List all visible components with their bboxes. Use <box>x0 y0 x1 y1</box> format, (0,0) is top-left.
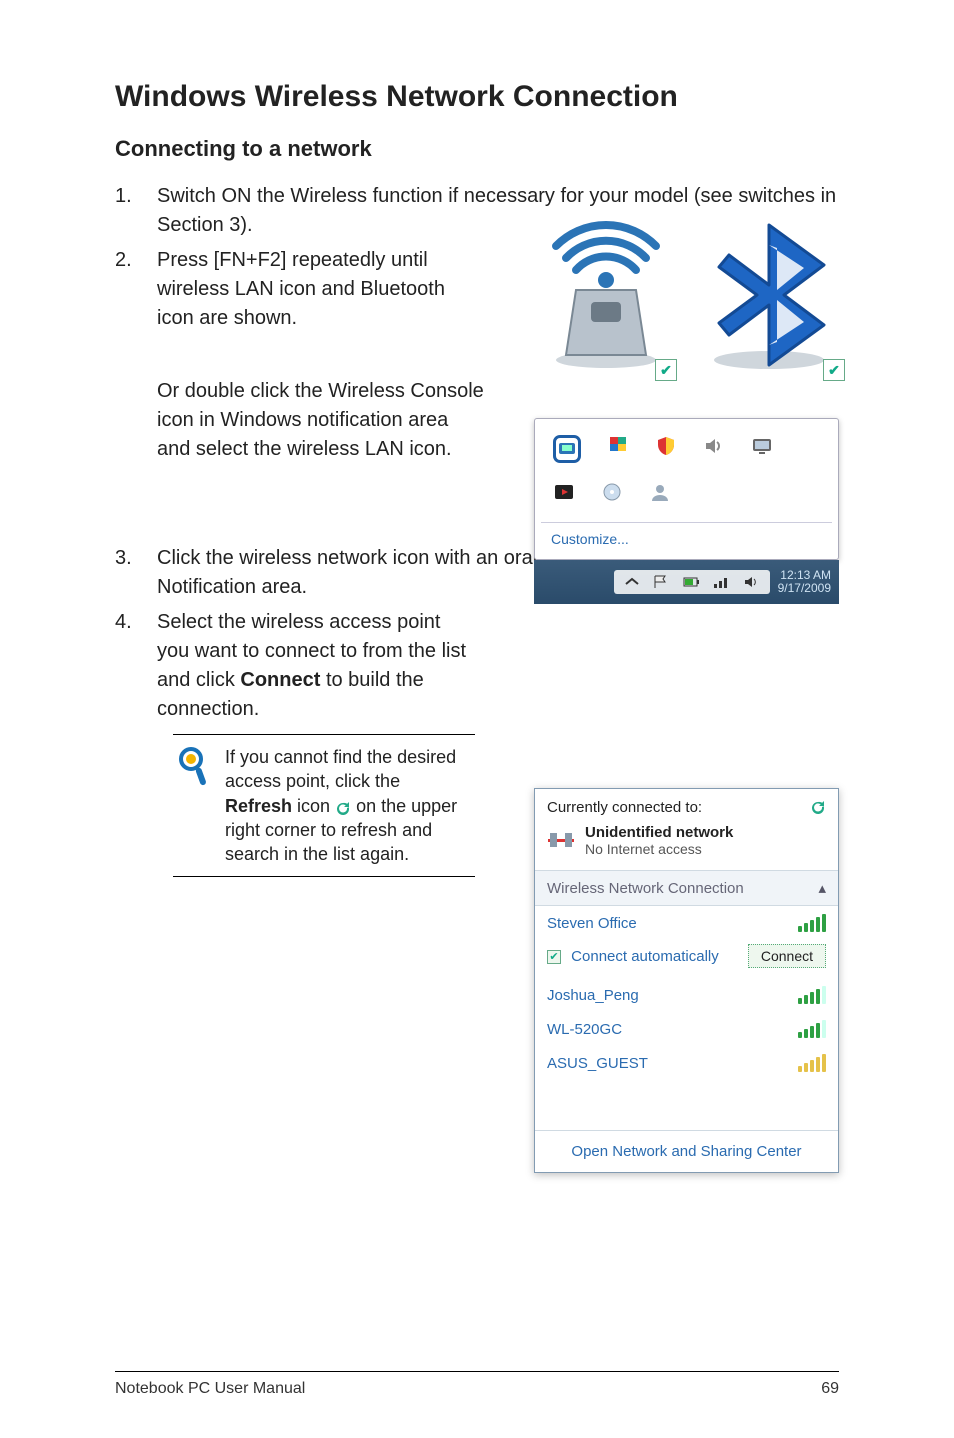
check-icon: ✔ <box>823 359 845 381</box>
unidentified-title: Unidentified network <box>585 824 733 841</box>
step2-a: Press [FN+F2] repeatedly until wireless … <box>157 246 467 333</box>
taskbar-tray-icons[interactable] <box>614 570 770 594</box>
wifi-ap-icon: ✔ <box>541 220 671 375</box>
wifi-networks-popup: Currently connected to: Unidentified net… <box>534 788 839 1173</box>
magnifier-icon <box>177 745 211 795</box>
chevron-up-icon[interactable]: ▴ <box>818 879 826 897</box>
page-number: 69 <box>821 1380 839 1398</box>
signal-icon <box>798 914 826 932</box>
section-heading: Windows Wireless Network Connection <box>115 80 839 114</box>
customize-link[interactable]: Customize... <box>541 522 832 555</box>
network-icon <box>547 829 575 853</box>
unidentified-network[interactable]: Unidentified network No Internet access <box>535 824 838 870</box>
wifi-section-label: Wireless Network Connection <box>547 880 744 897</box>
unidentified-sub: No Internet access <box>585 841 702 857</box>
wireless-console-icon[interactable] <box>553 435 581 463</box>
network-monitor-icon[interactable] <box>751 435 773 463</box>
wifi-item-joshua[interactable]: Joshua_Peng <box>535 978 838 1012</box>
chevron-up-icon[interactable] <box>622 574 642 590</box>
flag-icon[interactable] <box>607 435 629 463</box>
note-callout: If you cannot find the desired access po… <box>173 734 475 877</box>
flag-icon[interactable] <box>652 574 672 590</box>
signal-warning-icon <box>798 1054 826 1072</box>
taskbar: 12:13 AM 9/17/2009 <box>534 560 839 604</box>
user-icon[interactable] <box>649 481 671 508</box>
speaker-icon[interactable] <box>703 435 725 463</box>
signal-icon <box>798 986 826 1004</box>
battery-icon[interactable] <box>682 574 702 590</box>
connect-auto-label: Connect automatically <box>571 948 719 965</box>
wifi-item-steven-office[interactable]: Steven Office <box>535 906 838 940</box>
speaker-icon[interactable] <box>742 574 762 590</box>
currently-connected-label: Currently connected to: <box>547 799 702 816</box>
check-icon: ✔ <box>655 359 677 381</box>
step-text: Select the wireless access point you wan… <box>157 608 477 724</box>
wifi-item-asus-guest[interactable]: ASUS_GUEST <box>535 1046 838 1080</box>
open-network-center-link[interactable]: Open Network and Sharing Center <box>535 1130 838 1172</box>
step-number: 2. <box>115 246 157 514</box>
sub-heading: Connecting to a network <box>115 136 839 162</box>
step2-b: Or double click the Wireless Console ico… <box>157 377 487 464</box>
wifi-item-wl520gc[interactable]: WL-520GC <box>535 1012 838 1046</box>
taskbar-clock[interactable]: 12:13 AM 9/17/2009 <box>778 569 831 595</box>
notification-area-popup: Customize... 12:13 AM 9/17/2009 <box>534 418 839 604</box>
footer-title: Notebook PC User Manual <box>115 1380 305 1398</box>
connect-auto-checkbox[interactable]: ✔ <box>547 950 561 964</box>
security-shield-icon[interactable] <box>655 435 677 463</box>
network-bars-icon[interactable] <box>712 574 732 590</box>
step-number: 3. <box>115 544 157 602</box>
step-number: 1. <box>115 182 157 240</box>
note-text: If you cannot find the desired access po… <box>225 745 471 866</box>
bluetooth-icon: ✔ <box>699 220 839 375</box>
step4-bold: Connect <box>240 669 320 691</box>
refresh-icon[interactable] <box>810 800 826 816</box>
media-icon[interactable] <box>553 481 575 508</box>
refresh-icon <box>335 799 351 815</box>
connect-auto-row: ✔ Connect automatically Connect <box>535 940 838 978</box>
signal-icon <box>798 1020 826 1038</box>
step-number: 4. <box>115 608 157 724</box>
connect-button[interactable]: Connect <box>748 944 826 968</box>
disc-icon[interactable] <box>601 481 623 508</box>
wifi-bt-illustration: ✔ ✔ <box>541 220 839 375</box>
page-footer: Notebook PC User Manual 69 <box>115 1371 839 1398</box>
